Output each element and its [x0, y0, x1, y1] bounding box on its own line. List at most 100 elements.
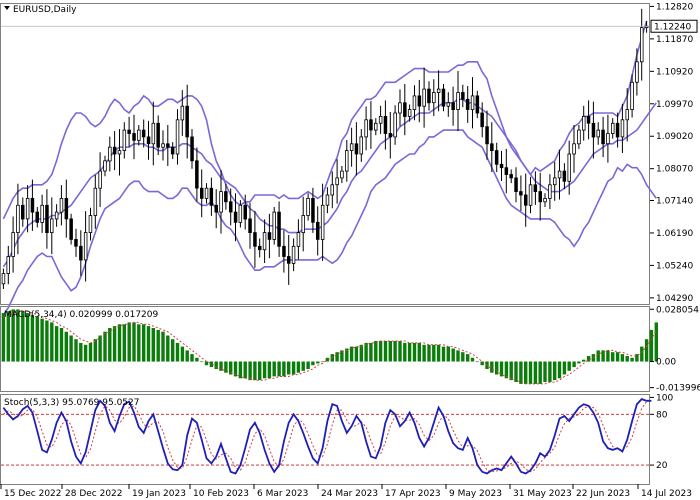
candle-body [180, 105, 185, 121]
candle-body [446, 102, 451, 107]
candle-body [69, 218, 73, 240]
macd-bar [441, 346, 446, 362]
candle-body [175, 119, 180, 155]
candle-body [407, 109, 412, 117]
candle-body [606, 133, 610, 145]
macd-bar [509, 361, 513, 381]
x-tick-label: 19 Jan 2023 [132, 489, 186, 499]
candle-body [412, 95, 417, 111]
candle-body [296, 232, 301, 247]
macd-bar [577, 361, 581, 364]
candle-body [214, 204, 218, 213]
candle-body [243, 204, 247, 220]
macd-bar [296, 361, 301, 373]
x-tick-label: 28 Dec 2022 [65, 489, 123, 499]
x-tick-label: 10 Feb 2023 [193, 489, 249, 499]
candle-body [403, 102, 407, 117]
candle-body [30, 197, 35, 213]
candle-body [349, 143, 354, 152]
macd-bar [427, 344, 431, 362]
macd-bar [403, 342, 407, 362]
macd-bar [132, 322, 136, 362]
macd-bar [45, 320, 49, 362]
macd-bar [495, 361, 499, 375]
macd-bar [272, 361, 276, 377]
candle-body [286, 256, 291, 264]
candle-body [79, 245, 83, 261]
price-tick-label: 1.08070 [656, 165, 693, 175]
candle-body [383, 116, 388, 134]
macd-bar [596, 350, 600, 362]
candle-body [451, 102, 455, 111]
macd-bar [161, 331, 165, 362]
price-tick-label: 1.09970 [656, 100, 693, 110]
macd-bar [137, 324, 141, 362]
candle-body [238, 204, 243, 223]
macd-bar [582, 359, 586, 362]
macd-bar [514, 361, 518, 382]
candle-body [151, 122, 156, 145]
candle-body [320, 204, 325, 240]
candle-body [519, 191, 523, 196]
macd-bar [88, 342, 93, 362]
candle-body [640, 27, 644, 63]
price-frame [0, 3, 650, 305]
candle-body [137, 129, 141, 141]
candle-body [98, 170, 102, 189]
candle-body [1, 273, 6, 285]
candle-body [301, 215, 305, 234]
stochastic-tick-label: 100 [656, 393, 673, 403]
macd-bar [446, 346, 450, 362]
macd-bar [262, 361, 267, 379]
candle-body [524, 194, 528, 206]
candle-body [630, 81, 634, 111]
candle-body [93, 187, 98, 216]
candle-body [315, 221, 320, 240]
candle-body [398, 102, 402, 114]
macd-bar [417, 342, 421, 362]
macd-bar [277, 361, 281, 377]
candle-body [127, 129, 131, 134]
collapse-triangle-icon[interactable] [4, 6, 10, 10]
macd-bar [524, 361, 528, 384]
price-tick-label: 1.09020 [656, 132, 693, 142]
stochastic-tick-label: 20 [656, 461, 668, 471]
macd-bar [200, 361, 204, 363]
candle-body [480, 112, 484, 128]
candle-body [325, 194, 330, 206]
macd-bar [383, 341, 388, 362]
macd-bar [282, 361, 286, 377]
candle-body [6, 256, 11, 275]
macd-bar [306, 361, 310, 369]
macd-bar [204, 361, 209, 366]
macd-bar [108, 328, 112, 362]
candle-body [83, 232, 88, 261]
candle-body [528, 184, 533, 206]
macd-bar [248, 361, 252, 381]
candle-body [54, 211, 59, 220]
macd-bar [79, 342, 83, 362]
candle-body [103, 160, 107, 172]
candle-body [340, 170, 344, 179]
candle-body [112, 146, 117, 155]
macd-bar [533, 361, 538, 384]
macd-bar [35, 316, 39, 362]
macd-tick-label: 0.00 [656, 358, 676, 368]
macd-bar [316, 361, 320, 364]
candle-body [209, 187, 214, 206]
candle-body [577, 129, 581, 145]
current-price-label: 1.12240 [654, 23, 691, 33]
candle-body [514, 177, 518, 192]
candle-body [45, 204, 49, 234]
macd-bar [422, 344, 426, 362]
candle-body [257, 245, 262, 251]
price-tick-label: 1.11870 [656, 35, 693, 45]
macd-bar [456, 350, 460, 362]
candle-body [132, 133, 136, 141]
candle-body [156, 122, 160, 148]
macd-bar [407, 342, 412, 362]
macd-bar [470, 357, 475, 362]
candle-body [166, 143, 170, 148]
candle-body [586, 116, 591, 124]
macd-label: MACD(5,34,4) 0.020999 0.017209 [4, 310, 159, 320]
